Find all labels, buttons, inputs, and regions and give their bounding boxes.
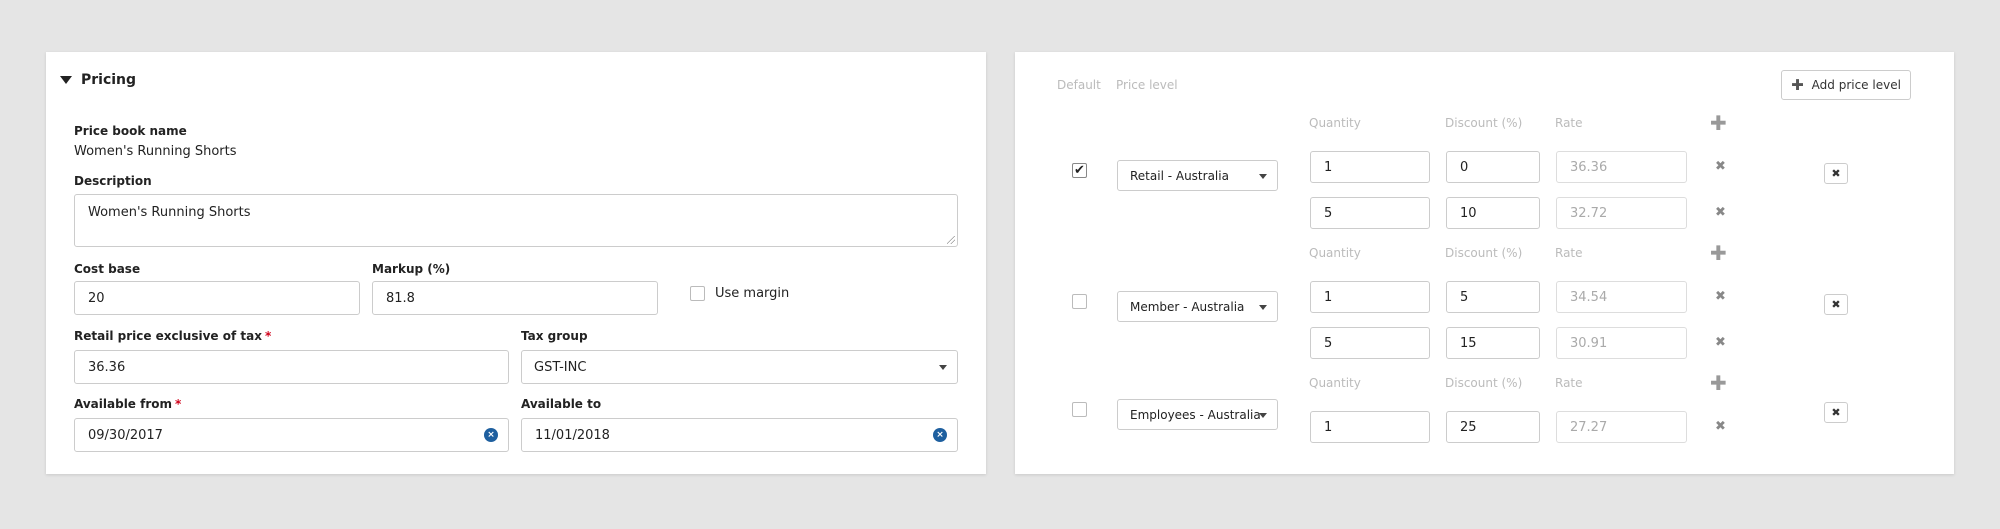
discount-input[interactable]: 0 xyxy=(1446,151,1540,183)
remove-tier-icon[interactable]: ✖ xyxy=(1715,160,1726,173)
required-mark: * xyxy=(264,329,272,343)
price-levels-card: Default Price level ✚ Add price level Qu… xyxy=(1015,52,1954,474)
dropdown-arrow-icon xyxy=(1259,412,1267,418)
quantity-column-header: Quantity xyxy=(1309,246,1361,260)
quantity-column-header: Quantity xyxy=(1309,376,1361,390)
description-text: Women's Running Shorts xyxy=(88,205,251,220)
rate-field: 34.54 xyxy=(1556,281,1687,313)
clear-date-icon[interactable]: × xyxy=(484,428,498,442)
default-checkbox[interactable] xyxy=(1072,402,1087,417)
cost-base-label: Cost base xyxy=(74,262,141,276)
quantity-input[interactable]: 1 xyxy=(1310,151,1430,183)
use-margin-label: Use margin xyxy=(715,286,790,301)
discount-input[interactable]: 5 xyxy=(1446,281,1540,313)
markup-label: Markup (%) xyxy=(372,262,451,276)
quantity-input[interactable]: 1 xyxy=(1310,281,1430,313)
remove-price-level-button[interactable]: ✖ xyxy=(1824,294,1848,315)
retail-price-value: 36.36 xyxy=(88,359,126,375)
remove-tier-icon[interactable]: ✖ xyxy=(1715,290,1726,303)
quantity-column-header: Quantity xyxy=(1309,116,1361,130)
price-level-value: Retail - Australia xyxy=(1130,168,1229,183)
default-checkbox[interactable]: ✔ xyxy=(1072,163,1087,178)
available-to-input[interactable]: 11/01/2018 × xyxy=(521,418,958,452)
discount-input[interactable]: 15 xyxy=(1446,327,1540,359)
markup-input[interactable]: 81.8 xyxy=(372,281,658,315)
price-book-name-value: Women's Running Shorts xyxy=(74,144,237,159)
caret-down-icon xyxy=(60,76,72,84)
add-price-level-label: Add price level xyxy=(1811,78,1901,92)
tax-group-select[interactable]: GST-INC xyxy=(521,350,958,384)
use-margin-checkbox[interactable] xyxy=(690,286,705,301)
quantity-input[interactable]: 5 xyxy=(1310,197,1430,229)
remove-tier-icon[interactable]: ✖ xyxy=(1715,336,1726,349)
default-column-header: Default xyxy=(1057,78,1101,92)
checkmark-icon: ✔ xyxy=(1074,163,1085,178)
rate-field: 32.72 xyxy=(1556,197,1687,229)
discount-input[interactable]: 10 xyxy=(1446,197,1540,229)
available-to-label: Available to xyxy=(521,397,602,411)
description-textarea[interactable]: Women's Running Shorts xyxy=(74,194,958,247)
remove-price-level-button[interactable]: ✖ xyxy=(1824,402,1848,423)
rate-column-header: Rate xyxy=(1555,246,1583,260)
available-from-label: Available from * xyxy=(74,397,182,411)
discount-column-header: Discount (%) xyxy=(1445,376,1523,390)
cost-base-value: 20 xyxy=(88,290,105,306)
use-margin-option[interactable]: Use margin xyxy=(690,286,789,301)
add-tier-icon[interactable]: ✚ xyxy=(1710,113,1727,133)
available-to-value: 11/01/2018 xyxy=(535,427,610,443)
resize-handle-icon[interactable] xyxy=(947,236,955,244)
markup-value: 81.8 xyxy=(386,290,415,306)
price-level-column-header: Price level xyxy=(1116,78,1178,92)
add-price-level-button[interactable]: ✚ Add price level xyxy=(1781,70,1911,100)
available-from-value: 09/30/2017 xyxy=(88,427,163,443)
retail-price-label: Retail price exclusive of tax * xyxy=(74,329,272,343)
quantity-input[interactable]: 5 xyxy=(1310,327,1430,359)
retail-price-input[interactable]: 36.36 xyxy=(74,350,509,384)
default-checkbox[interactable] xyxy=(1072,294,1087,309)
pricing-card: Pricing Price book name Women's Running … xyxy=(46,52,986,474)
dropdown-arrow-icon xyxy=(1259,304,1267,310)
rate-field: 36.36 xyxy=(1556,151,1687,183)
add-tier-icon[interactable]: ✚ xyxy=(1710,243,1727,263)
rate-column-header: Rate xyxy=(1555,376,1583,390)
description-label: Description xyxy=(74,174,152,188)
price-book-name-label: Price book name xyxy=(74,124,187,138)
tax-group-label: Tax group xyxy=(521,329,588,343)
required-mark: * xyxy=(175,397,182,411)
tax-group-value: GST-INC xyxy=(534,359,587,375)
pricing-section-toggle[interactable]: Pricing xyxy=(60,72,136,88)
close-icon: ✖ xyxy=(1831,298,1841,311)
rate-column-header: Rate xyxy=(1555,116,1583,130)
discount-input[interactable]: 25 xyxy=(1446,411,1540,443)
dropdown-arrow-icon xyxy=(939,365,947,370)
rate-field: 30.91 xyxy=(1556,327,1687,359)
remove-price-level-button[interactable]: ✖ xyxy=(1824,163,1848,184)
dropdown-arrow-icon xyxy=(1259,173,1267,179)
close-icon: ✖ xyxy=(1831,406,1841,419)
price-level-select[interactable]: Member - Australia xyxy=(1117,291,1278,322)
available-from-input[interactable]: 09/30/2017 × xyxy=(74,418,509,452)
price-level-select[interactable]: Retail - Australia xyxy=(1117,160,1278,191)
remove-tier-icon[interactable]: ✖ xyxy=(1715,206,1726,219)
clear-date-icon[interactable]: × xyxy=(933,428,947,442)
discount-column-header: Discount (%) xyxy=(1445,116,1523,130)
close-icon: ✖ xyxy=(1831,167,1841,180)
price-level-value: Member - Australia xyxy=(1130,299,1245,314)
remove-tier-icon[interactable]: ✖ xyxy=(1715,420,1726,433)
price-level-select[interactable]: Employees - Australia xyxy=(1117,399,1278,430)
cost-base-input[interactable]: 20 xyxy=(74,281,360,315)
price-level-value: Employees - Australia xyxy=(1130,407,1261,422)
rate-field: 27.27 xyxy=(1556,411,1687,443)
plus-icon: ✚ xyxy=(1791,76,1804,94)
quantity-input[interactable]: 1 xyxy=(1310,411,1430,443)
discount-column-header: Discount (%) xyxy=(1445,246,1523,260)
add-tier-icon[interactable]: ✚ xyxy=(1710,373,1727,393)
section-title: Pricing xyxy=(81,72,137,88)
